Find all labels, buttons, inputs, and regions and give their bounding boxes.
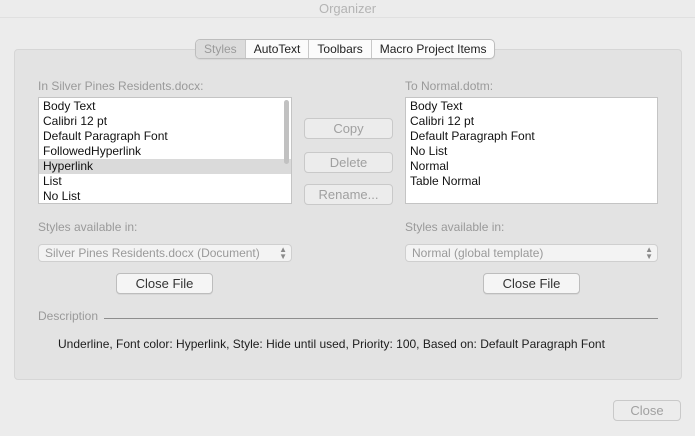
left-style-list[interactable]: Body Text Calibri 12 pt Default Paragrap… <box>38 97 292 204</box>
right-style-list[interactable]: Body Text Calibri 12 pt Default Paragrap… <box>405 97 658 204</box>
right-list-label: To Normal.dotm: <box>405 79 494 93</box>
right-list-item[interactable]: Normal <box>406 159 657 174</box>
left-styles-available-label: Styles available in: <box>38 220 138 234</box>
left-list-item[interactable]: List <box>39 174 291 189</box>
left-list-label: In Silver Pines Residents.docx: <box>38 79 204 93</box>
left-close-file-button[interactable]: Close File <box>116 273 213 294</box>
tab-macro-project-items[interactable]: Macro Project Items <box>370 40 495 58</box>
left-list-scrollbar[interactable] <box>284 100 289 164</box>
left-list-item[interactable]: Body Text <box>39 99 291 114</box>
right-list-item[interactable]: Body Text <box>406 99 657 114</box>
left-list-item[interactable]: No List <box>39 189 291 203</box>
left-styles-available-value: Silver Pines Residents.docx (Document) <box>45 246 260 260</box>
left-list-item[interactable]: Default Paragraph Font <box>39 129 291 144</box>
left-list-item[interactable]: Calibri 12 pt <box>39 114 291 129</box>
tab-toolbars[interactable]: Toolbars <box>308 40 370 58</box>
tab-styles[interactable]: Styles <box>196 40 245 58</box>
chevron-updown-icon: ▲ ▼ <box>279 245 287 261</box>
rename-button[interactable]: Rename... <box>304 184 393 205</box>
right-list-item[interactable]: No List <box>406 144 657 159</box>
right-styles-available-label: Styles available in: <box>405 220 505 234</box>
right-styles-available-select[interactable]: Normal (global template) ▲ ▼ <box>405 244 658 262</box>
left-styles-available-select[interactable]: Silver Pines Residents.docx (Document) ▲… <box>38 244 292 262</box>
right-styles-available-value: Normal (global template) <box>412 246 544 260</box>
close-button[interactable]: Close <box>613 400 681 421</box>
left-list-item-selected[interactable]: Hyperlink <box>39 159 291 174</box>
right-list-item[interactable]: Table Normal <box>406 174 657 189</box>
chevron-updown-icon: ▲ ▼ <box>645 245 653 261</box>
delete-button[interactable]: Delete <box>304 152 393 173</box>
right-close-file-button[interactable]: Close File <box>483 273 580 294</box>
description-divider <box>104 318 658 319</box>
window-title: Organizer <box>0 0 695 18</box>
tab-bar: Styles AutoText Toolbars Macro Project I… <box>195 39 496 59</box>
description-text: Underline, Font color: Hyperlink, Style:… <box>58 337 605 351</box>
left-list-item[interactable]: FollowedHyperlink <box>39 144 291 159</box>
right-list-item[interactable]: Calibri 12 pt <box>406 114 657 129</box>
right-list-item[interactable]: Default Paragraph Font <box>406 129 657 144</box>
tab-autotext[interactable]: AutoText <box>244 40 309 58</box>
copy-button[interactable]: Copy <box>304 118 393 139</box>
description-label: Description <box>38 309 99 323</box>
